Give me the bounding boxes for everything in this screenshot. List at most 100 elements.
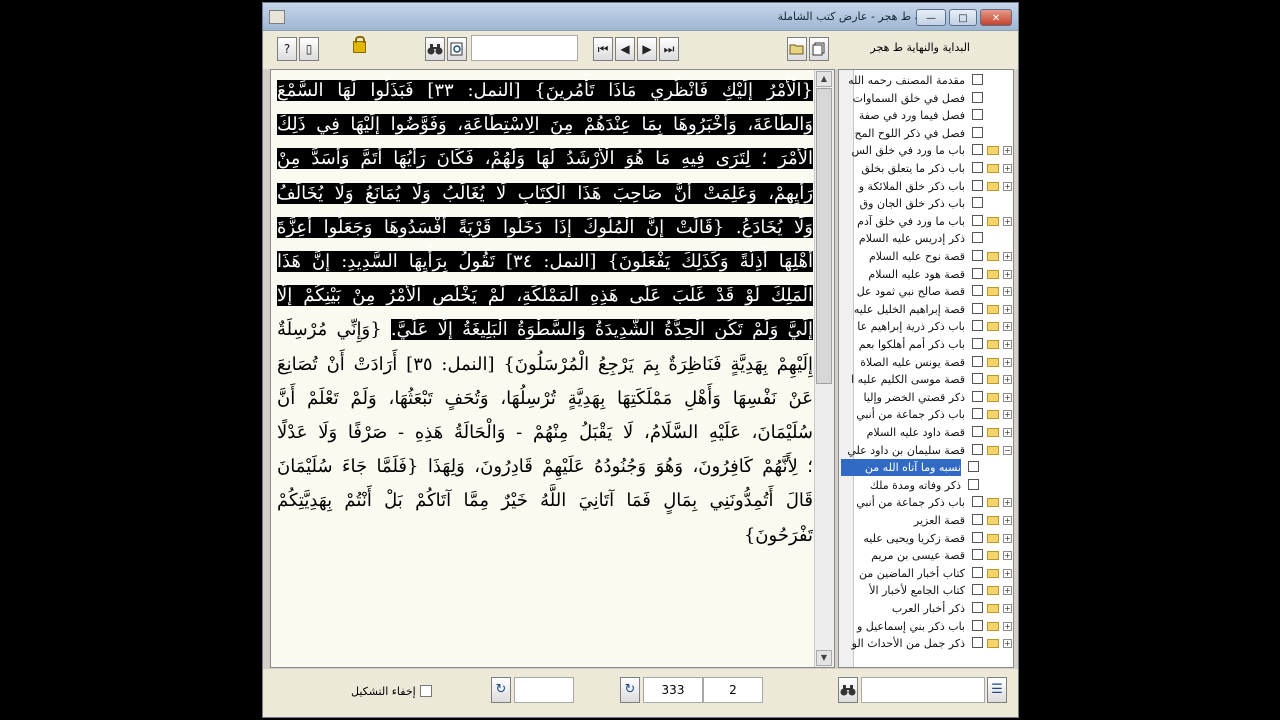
tree-item-checkbox[interactable]: [972, 566, 983, 578]
expand-icon[interactable]: +: [1003, 181, 1012, 191]
scroll-up-arrow[interactable]: ▲: [816, 71, 832, 87]
expand-icon[interactable]: +: [1003, 568, 1012, 578]
tree-item[interactable]: ذكر إدريس عليه السلام: [847, 230, 987, 247]
title-bar[interactable]: البداية والنهاية ط هجر - عارض كتب الشامل…: [263, 3, 1018, 31]
expand-icon[interactable]: +: [1003, 304, 1012, 314]
tree-item-checkbox[interactable]: [972, 109, 983, 121]
page-view-button[interactable]: ▯: [299, 37, 319, 61]
tree-item-checkbox[interactable]: [972, 338, 983, 349]
expand-icon[interactable]: +: [1003, 269, 1012, 279]
expand-icon[interactable]: +: [1003, 164, 1012, 173]
expand-icon[interactable]: +: [1003, 639, 1012, 649]
tree-item-checkbox[interactable]: [972, 355, 983, 367]
tree-item[interactable]: باب ذكر خلق الملائكة و +: [847, 178, 1012, 195]
last-page-button[interactable]: ⏭: [659, 37, 679, 61]
part-number-field[interactable]: 2: [703, 677, 763, 703]
tree-item[interactable]: نسبه وما آتاه الله من: [841, 459, 983, 477]
tree-item-checkbox[interactable]: [972, 285, 983, 297]
tree-search-icon[interactable]: [838, 677, 858, 703]
tree-item-checkbox[interactable]: [972, 197, 983, 209]
tree-item-checkbox[interactable]: [972, 443, 983, 455]
tree-item-checkbox[interactable]: [968, 478, 979, 490]
jump-field[interactable]: [514, 677, 574, 703]
go-page-button[interactable]: ↻: [620, 677, 640, 703]
prev-page-button[interactable]: ◀: [615, 37, 635, 61]
list-menu-icon[interactable]: ☰: [987, 677, 1007, 703]
expand-icon[interactable]: +: [1003, 621, 1012, 631]
close-button[interactable]: ✕: [980, 9, 1012, 26]
tree-item-checkbox[interactable]: [972, 320, 983, 332]
expand-icon[interactable]: +: [1003, 516, 1012, 525]
tree-item-checkbox[interactable]: [972, 126, 983, 138]
tree-item[interactable]: قصة سليمان بن داود علي −: [847, 442, 1012, 459]
hide-diacritics-checkbox[interactable]: [420, 685, 432, 697]
expand-icon[interactable]: +: [1003, 428, 1012, 437]
expand-icon[interactable]: +: [1003, 410, 1012, 420]
tree-item-checkbox[interactable]: [972, 514, 983, 525]
tree-item[interactable]: قصة صالح نبي ثمود عل +: [847, 283, 1012, 300]
tree-item[interactable]: قصة هود عليه السلام +: [847, 266, 1012, 283]
tree-item-checkbox[interactable]: [972, 74, 983, 85]
tree-item-checkbox[interactable]: [972, 549, 983, 561]
tree-item-checkbox[interactable]: [968, 461, 979, 473]
tree-item[interactable]: قصة العزير +: [847, 512, 1012, 529]
scroll-thumb[interactable]: [816, 88, 832, 384]
tree-item[interactable]: قصة إبراهيم الخليل عليه +: [847, 301, 1012, 318]
tree-item[interactable]: باب ذكر بني إسماعيل و +: [847, 618, 1012, 635]
page-number-field[interactable]: 333: [643, 677, 703, 703]
tree-item[interactable]: فصل في خلق السماوات: [847, 90, 987, 107]
tree-item-checkbox[interactable]: [972, 302, 983, 314]
tree-item-checkbox[interactable]: [972, 214, 983, 226]
tree-item-checkbox[interactable]: [972, 584, 983, 596]
tree-item[interactable]: باب ما ورد في خلق الس +: [847, 142, 1012, 159]
scroll-down-arrow[interactable]: ▼: [816, 650, 832, 666]
tree-item[interactable]: ذكر أخبار العرب +: [847, 600, 1012, 617]
tree-item-checkbox[interactable]: [972, 619, 983, 631]
open-folder-icon[interactable]: [787, 37, 807, 61]
table-of-contents-tree[interactable]: مقدمة المصنف رحمه الله فصل في خلق السماوا…: [838, 69, 1014, 668]
tree-item[interactable]: قصة موسى الكليم عليه ا +: [847, 371, 1012, 388]
tree-item-checkbox[interactable]: [972, 162, 983, 173]
tree-item-checkbox[interactable]: [972, 373, 983, 385]
first-page-button[interactable]: ⏮: [593, 37, 613, 61]
tree-item[interactable]: فصل في ذكر اللوح المح: [847, 125, 987, 142]
help-button[interactable]: ?: [277, 37, 297, 61]
tree-item[interactable]: فصل فيما ورد في صفة: [847, 107, 987, 124]
tree-item[interactable]: باب ذكر خلق الجان وق: [847, 195, 987, 212]
copy-document-icon[interactable]: [809, 37, 829, 61]
tree-item[interactable]: قصة نوح عليه السلام +: [847, 248, 1012, 265]
tree-item[interactable]: قصة عيسى بن مريم +: [847, 547, 1012, 564]
binoculars-search-icon[interactable]: [425, 37, 445, 61]
tree-item[interactable]: كتاب الجامع لأخبار الأ +: [847, 582, 1012, 599]
tree-item-checkbox[interactable]: [972, 408, 983, 420]
tree-item-checkbox[interactable]: [972, 144, 983, 156]
tree-item-checkbox[interactable]: [972, 531, 983, 543]
search-input[interactable]: [471, 35, 578, 61]
expand-icon[interactable]: +: [1003, 146, 1012, 156]
tree-item-checkbox[interactable]: [972, 637, 983, 649]
tree-item[interactable]: ذكر جمل من الأحداث الو +: [847, 635, 1012, 652]
text-scrollbar[interactable]: ▲ ▼: [814, 70, 834, 667]
expand-icon[interactable]: +: [1003, 533, 1012, 543]
tree-search-input[interactable]: [861, 677, 985, 703]
expand-icon[interactable]: +: [1003, 375, 1012, 385]
tree-item[interactable]: باب ذكر جماعة من أنبي +: [847, 494, 1012, 511]
expand-icon[interactable]: −: [1003, 445, 1012, 455]
expand-icon[interactable]: +: [1003, 216, 1012, 226]
minimize-button[interactable]: —: [916, 9, 946, 26]
tree-item-checkbox[interactable]: [972, 390, 983, 402]
expand-icon[interactable]: +: [1003, 322, 1012, 332]
expand-icon[interactable]: +: [1003, 551, 1012, 561]
tree-item-checkbox[interactable]: [972, 250, 983, 261]
next-page-button[interactable]: ▶: [637, 37, 657, 61]
tree-item[interactable]: باب ذكر أمم أهلكوا بعم +: [847, 336, 1012, 353]
expand-icon[interactable]: +: [1003, 252, 1012, 261]
tree-item[interactable]: كتاب أخبار الماضين من +: [847, 565, 1012, 582]
tree-item-checkbox[interactable]: [972, 267, 983, 279]
book-text-panel[interactable]: {الْأَمْرُ إِلَيْكِ فَانْظُرِي مَاذَا تَ…: [270, 69, 835, 668]
tree-item-checkbox[interactable]: [972, 602, 983, 613]
tree-item[interactable]: مقدمة المصنف رحمه الله: [847, 72, 987, 89]
expand-icon[interactable]: +: [1003, 586, 1012, 596]
maximize-button[interactable]: □: [949, 9, 977, 26]
search-results-icon[interactable]: [447, 37, 467, 61]
